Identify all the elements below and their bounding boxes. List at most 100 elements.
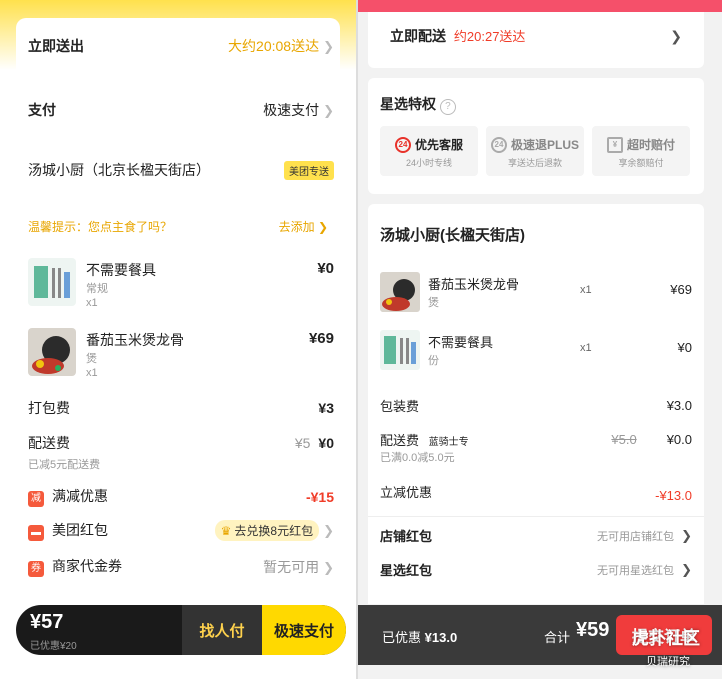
dish-thumbnail [380, 272, 420, 312]
item-name: 不需要餐具 [428, 335, 494, 350]
store-redpacket-row[interactable]: 店铺红包 无可用店铺红包 ❯ [380, 526, 692, 545]
store-packet-label: 店铺红包 [380, 529, 433, 544]
crown-icon: ♛ [220, 523, 232, 538]
perk-title: 极速退PLUS [510, 138, 579, 152]
delivery-label: 立即送出 [28, 38, 84, 54]
item-name: 番茄玉米煲龙骨 [86, 332, 184, 348]
clock-24-icon: 24 [394, 136, 411, 153]
packing-fee-row: 包装费 ¥3.0 [380, 396, 692, 415]
shipping-fee-row: 配送费 蓝骑士专 ¥5.0 ¥0.0 [380, 430, 692, 449]
section-divider [368, 516, 704, 517]
find-payer-button[interactable]: 找人付 [182, 605, 262, 655]
voucher-label-wrap: 券商家代金券 [28, 556, 122, 577]
perk-overtime-compensation[interactable]: ¥ 超时赔付 享余额赔付 [592, 126, 690, 176]
voucher-icon: 券 [28, 561, 44, 577]
chevron-right-icon: ❯ [317, 220, 328, 234]
tableware-thumbnail [380, 330, 420, 370]
help-icon[interactable]: ? [439, 99, 456, 115]
perk-sub: 24小时专线 [405, 158, 452, 168]
delivery-eta: 大约20:08送达 ❯ [228, 38, 334, 54]
redpacket-label: 美团红包 [52, 522, 108, 538]
item-qty: x1 [86, 367, 98, 379]
shipping-values: ¥5 ¥0 [295, 435, 334, 451]
redpacket-row[interactable]: ▬ 美团红包 ♛ 去兑换8元红包 ❯ [28, 520, 334, 541]
store-name: 汤城小厨（北京长楹天街店） [28, 162, 210, 178]
shipping-note: 已满0.0减5.0元 [380, 452, 455, 464]
packing-value: ¥3.0 [666, 398, 692, 413]
item-qty: x1 [580, 284, 592, 296]
instant-value: -¥13.0 [655, 488, 692, 503]
tip-action[interactable]: 去添加 ❯ [279, 218, 328, 235]
perk-sub: 享余额赔付 [618, 158, 664, 168]
delivery-card[interactable]: 立即配送 约20:27送达 ❯ [368, 12, 704, 68]
chevron-right-icon: ❯ [681, 561, 692, 577]
redeem-button[interactable]: ♛ 去兑换8元红包 [214, 520, 320, 541]
tip-text: 温馨提示：您点主食了吗？ [28, 220, 173, 234]
item-price: ¥0 [317, 260, 334, 277]
chevron-right-icon: ❯ [323, 559, 334, 575]
yen-ticket-icon: ¥ [606, 136, 623, 153]
saved-wrap: 已优惠 ¥13.0 [382, 627, 457, 646]
list-item: 不需要餐具 份 x1 ¥0 [380, 330, 692, 374]
item-qty: x1 [580, 342, 592, 354]
voucher-row[interactable]: 券商家代金券 暂无可用 ❯ [28, 556, 334, 577]
delivery-label: 立即配送 [390, 28, 446, 44]
payment-method: 极速支付 ❯ [263, 102, 334, 118]
shipping-label-wrap: 配送费 蓝骑士专 [380, 430, 469, 449]
item-price: ¥69 [308, 330, 334, 347]
discount-label: 满减优惠 [52, 488, 108, 504]
redpacket-label-wrap: ▬ 美团红包 [28, 520, 108, 541]
star-packet-value: 无可用星选红包 ❯ [597, 561, 692, 577]
store-row: 汤城小厨（北京长楹天街店） 美团专送 [28, 160, 334, 180]
perk-priority-support[interactable]: 24 优先客服 24小时专线 [380, 126, 478, 176]
list-item: 不需要餐具 常规 x1 ¥0 [28, 258, 334, 310]
item-price: ¥69 [670, 282, 692, 297]
right-order-panel: 立即配送 约20:27送达 ❯ 星选特权 ? 24 优先客服 24小时专线 24 极… [358, 0, 722, 679]
shipping-original: ¥5.0 [611, 432, 637, 447]
delivery-time-row[interactable]: 立即送出 大约20:08送达 ❯ [28, 36, 334, 56]
perks-title: 星选特权 ? [380, 94, 456, 115]
store-name: 汤城小厨(长楹天街店) [380, 227, 525, 244]
redpacket-action-wrap[interactable]: ♛ 去兑换8元红包 ❯ [214, 520, 334, 541]
delivery-wrap: 立即配送 约20:27送达 [390, 26, 525, 46]
voucher-label: 商家代金券 [52, 558, 122, 574]
watermark-sub: 贝瑞研究 [646, 656, 690, 668]
store-packet-value: 无可用店铺红包 ❯ [597, 527, 692, 543]
red-envelope-icon: ▬ [28, 525, 44, 541]
chevron-right-icon: ❯ [323, 39, 334, 54]
list-item: 番茄玉米煲龙骨 煲 x1 ¥69 [28, 328, 334, 380]
delivery-eta: 约20:27送达 [453, 29, 526, 44]
star-packet-label: 星选红包 [380, 563, 433, 578]
order-detail-card: 汤城小厨(长楹天街店) 番茄玉米煲龙骨 煲 x1 ¥69 不需要餐具 份 x1 … [368, 204, 704, 604]
total-amount: ¥59 [576, 619, 610, 641]
chevron-right-icon: ❯ [323, 522, 334, 538]
tip-row[interactable]: 温馨提示：您点主食了吗？ 去添加 ❯ [28, 218, 328, 235]
tableware-thumbnail [28, 258, 76, 306]
shipping-note: 已减5元配送费 [28, 459, 101, 471]
packing-value: ¥3 [318, 400, 334, 416]
total-label: 合计 [544, 630, 571, 645]
knight-tag: 蓝骑士专 [428, 437, 469, 448]
perk-fast-refund[interactable]: 24 极速退PLUS 享送达后退款 [486, 126, 584, 176]
item-spec: 份 [428, 355, 439, 367]
star-redpacket-row[interactable]: 星选红包 无可用星选红包 ❯ [380, 560, 692, 579]
perk-title-wrap: ¥ 超时赔付 [592, 136, 690, 153]
shipping-value: ¥0.0 [666, 432, 692, 447]
payment-row[interactable]: 支付 极速支付 ❯ [28, 100, 334, 120]
fast-pay-button[interactable]: 极速支付 [262, 605, 346, 655]
item-price: ¥0 [677, 340, 692, 355]
discount-value: -¥15 [305, 488, 334, 505]
saved-amount: ¥13.0 [424, 630, 458, 645]
watermark-text: 虎扑社区 [632, 629, 700, 648]
item-spec: 煲 [428, 297, 439, 309]
delivery-time-row[interactable]: 立即配送 约20:27送达 ❯ [390, 26, 682, 46]
packing-fee-row: 打包费 ¥3 [28, 398, 334, 418]
chevron-right-icon: ❯ [670, 27, 682, 44]
voucher-value: 暂无可用 ❯ [263, 558, 334, 575]
clock-24-icon: 24 [490, 136, 507, 153]
shipping-values: ¥5.0 ¥0.0 [611, 432, 692, 447]
perks-card: 星选特权 ? 24 优先客服 24小时专线 24 极速退PLUS 享送达后退款 ¥ 超… [368, 78, 704, 194]
perk-sub: 享送达后退款 [507, 158, 562, 168]
shipping-label: 配送费 [28, 435, 70, 451]
shipping-original: ¥5 [294, 435, 311, 451]
